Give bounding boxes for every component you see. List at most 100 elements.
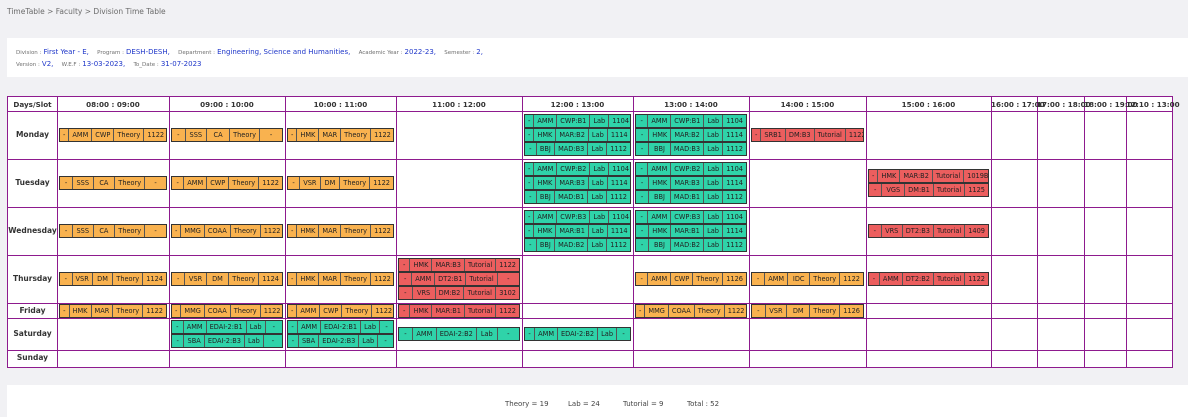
theory-session-block[interactable]: - VSR DM Theory 1124 — [171, 272, 283, 286]
theory-session-block[interactable]: - VSR DM Theory 1124 — [59, 272, 167, 286]
slot-header: 16:00 : 17:00 — [991, 100, 1045, 109]
slot-header: 17:00 : 18:00 — [1037, 100, 1091, 109]
summary-bar: Theory = 19 Lab = 24 Tutorial = 9 Total … — [7, 385, 1188, 417]
session-field: HMK — [297, 273, 320, 285]
session-field: 1122 — [147, 131, 165, 139]
session-field: - — [288, 273, 298, 285]
lab-session-block[interactable]: - AMM CWP:B2 Lab 1104 — [635, 162, 747, 176]
session-field: - — [384, 337, 387, 345]
tutorial-session-block[interactable]: - HMK MAR:B3 Tutorial 1122 — [398, 258, 520, 272]
session-field: - — [636, 143, 650, 155]
session-field: - — [525, 225, 535, 237]
lab-session-block[interactable]: - HMK MAR:B2 Lab 1114 — [524, 128, 631, 142]
theory-session-block[interactable]: - AMM CWP Theory 1126 — [635, 272, 747, 286]
tutorial-session-block[interactable]: - AMM DT2:B1 Tutorial - — [398, 272, 520, 286]
day-label-thursday: Thursday — [12, 274, 53, 283]
tutorial-session-block[interactable]: - SRB1 DM:B3 Tutorial 1122 — [751, 128, 864, 142]
tutorial-session-block[interactable]: - VRS DT2:B3 Tutorial 1409 — [868, 224, 989, 238]
theory-session-block[interactable]: - MMG COAA Theory 1122 — [635, 303, 747, 318]
session-field: HMK — [534, 177, 557, 189]
theory-session-block[interactable]: - AMM CWP Theory 1122 — [59, 128, 167, 142]
session-field: CA — [94, 177, 116, 189]
session-field: VGS — [882, 184, 906, 196]
lab-session-block[interactable]: - HMK MAR:B2 Lab 1114 — [635, 128, 747, 142]
lab-session-block[interactable]: - AMM EDAI-2:B2 Lab - — [398, 327, 520, 341]
theory-session-block[interactable]: - MMG COAA Theory 1122 — [171, 224, 283, 238]
theory-session-block[interactable]: - HMK MAR Theory 1122 — [287, 272, 394, 286]
lab-session-block[interactable]: - BBJ MAD:B2 Lab 1112 — [635, 238, 747, 252]
session-field: CWP:B2 — [557, 163, 591, 175]
lab-session-block[interactable]: - SBA EDAI-2:B3 Lab - — [287, 334, 394, 348]
lab-session-block[interactable]: - AMM CWP:B2 Lab 1104 — [524, 162, 631, 176]
session-field: Theory — [340, 177, 371, 189]
semester-value: 2, — [476, 48, 483, 56]
session-field: 1122 — [848, 131, 864, 139]
grid-col-line — [1037, 97, 1038, 367]
lab-session-block[interactable]: - AMM EDAI-2:B2 Lab - — [524, 327, 631, 341]
theory-session-block[interactable]: - HMK MAR Theory 1122 — [287, 224, 394, 238]
session-field: MAR:B2 — [671, 129, 704, 141]
theory-session-block[interactable]: - VSR DM Theory 1122 — [287, 176, 394, 190]
session-field: - — [60, 273, 73, 285]
session-field: MAR:B2 — [900, 170, 933, 182]
tutorial-session-block[interactable]: - VGS DM:B1 Tutorial 1125 — [868, 183, 989, 197]
session-field: Lab — [590, 211, 610, 223]
lab-session-block[interactable]: - HMK MAR:B3 Lab 1114 — [524, 176, 631, 190]
lab-session-block[interactable]: - BBJ MAD:B1 Lab 1112 — [524, 190, 631, 204]
lab-session-block[interactable]: - HMK MAR:B3 Lab 1114 — [635, 176, 747, 190]
lab-session-block[interactable]: - AMM CWP:B1 Lab 1104 — [524, 114, 631, 128]
session-field: 1114 — [726, 131, 743, 139]
lab-session-block[interactable]: - BBJ MAD:B2 Lab 1112 — [524, 238, 631, 252]
lab-session-block[interactable]: - AMM CWP:B3 Lab 1104 — [635, 210, 747, 224]
session-field: Lab — [598, 328, 618, 340]
session-field: 1112 — [726, 193, 743, 201]
lab-session-block[interactable]: - HMK MAR:B1 Lab 1114 — [524, 224, 631, 238]
tutorial-session-block[interactable]: - VRS DM:B2 Tutorial 3102 — [398, 286, 520, 300]
info-row-2: Version : V2, W.E.F : 13-03-2023, To_Dat… — [16, 60, 202, 68]
theory-session-block[interactable]: - HMK MAR Theory 1122 — [287, 128, 394, 142]
session-field: - — [525, 143, 537, 155]
lab-session-block[interactable]: - SBA EDAI-2:B3 Lab - — [171, 334, 283, 348]
theory-session-block[interactable]: - AMM CWP Theory 1122 — [171, 176, 283, 190]
lab-session-block[interactable]: - HMK MAR:B1 Lab 1114 — [635, 224, 747, 238]
lab-session-block[interactable]: - BBJ MAD:B3 Lab 1112 — [635, 142, 747, 156]
grid-row-line — [8, 111, 1172, 112]
theory-session-block[interactable]: - AMM IDC Theory 1122 — [751, 272, 864, 286]
session-field: - — [60, 129, 70, 141]
tutorial-session-block[interactable]: - HMK MAR:B2 Tutorial 1019B — [868, 169, 989, 183]
session-field: MAD:B2 — [555, 239, 589, 251]
session-field: Lab — [704, 163, 724, 175]
theory-session-block[interactable]: - SSS CA Theory - — [59, 176, 167, 190]
lab-session-block[interactable]: - BBJ MAD:B3 Lab 1112 — [524, 142, 631, 156]
theory-session-block[interactable]: - MMG COAA Theory 1122 — [171, 303, 283, 318]
session-field: HMK — [649, 129, 672, 141]
session-field: SBA — [184, 335, 205, 347]
division-info-panel: Division : First Year - E, Program : DES… — [7, 38, 1188, 77]
session-field: AMM — [534, 163, 558, 175]
session-field: 1122 — [374, 275, 391, 283]
tutorial-session-block[interactable]: - HMK MAR:B1 Tutorial 1122 — [398, 303, 520, 318]
session-field: Lab — [588, 239, 608, 251]
session-field: - — [636, 129, 650, 141]
theory-session-block[interactable]: - SSS CA Theory - — [171, 128, 283, 142]
tutorial-session-block[interactable]: - AMM DT2:B2 Tutorial 1122 — [868, 272, 989, 286]
session-field: VSR — [766, 304, 788, 317]
theory-session-block[interactable]: - HMK MAR Theory 1122 — [59, 303, 167, 318]
session-field: HMK — [534, 129, 557, 141]
lab-session-block[interactable]: - BBJ MAD:B1 Lab 1112 — [635, 190, 747, 204]
slot-header: 14:00 : 15:00 — [780, 100, 835, 109]
lab-session-block[interactable]: - AMM CWP:B1 Lab 1104 — [635, 114, 747, 128]
session-field: - — [172, 177, 185, 189]
session-field: DT2:B2 — [903, 273, 934, 285]
lab-session-block[interactable]: - AMM EDAI-2:B1 Lab - — [287, 320, 394, 334]
theory-session-block[interactable]: - AMM CWP Theory 1122 — [287, 303, 394, 318]
grid-row-line — [8, 318, 1172, 319]
theory-session-block[interactable]: - VSR DM Theory 1126 — [751, 303, 864, 318]
lab-session-block[interactable]: - AMM EDAI-2:B1 Lab - — [171, 320, 283, 334]
session-field: MMG — [181, 225, 205, 237]
session-field: 1122 — [374, 227, 391, 235]
session-field: 1112 — [726, 241, 743, 249]
theory-session-block[interactable]: - SSS CA Theory - — [59, 224, 167, 238]
lab-session-block[interactable]: - AMM CWP:B3 Lab 1104 — [524, 210, 631, 224]
session-field: Theory — [341, 225, 372, 237]
